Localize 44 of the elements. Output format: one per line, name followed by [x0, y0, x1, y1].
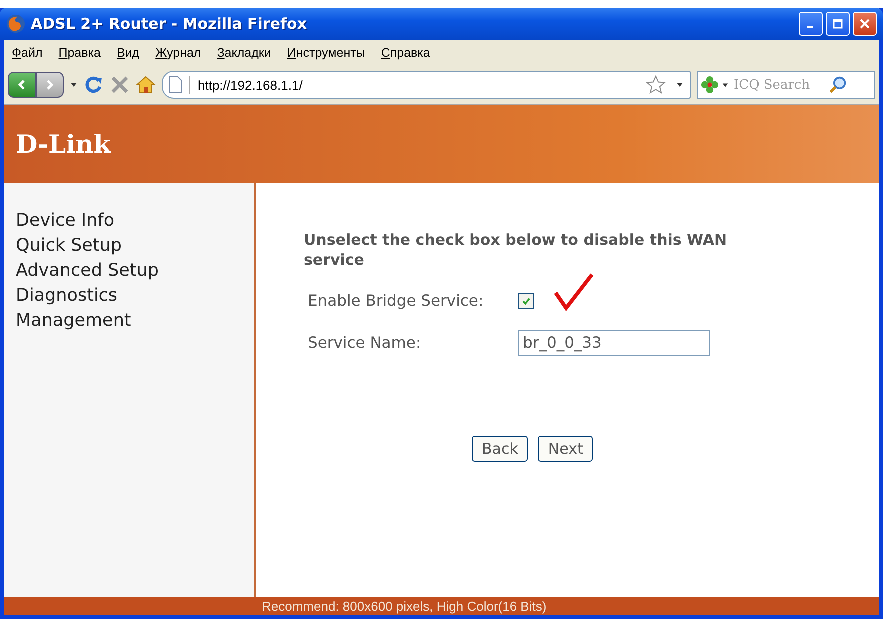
home-icon[interactable]	[136, 75, 156, 95]
search-icon[interactable]	[829, 76, 847, 94]
flower-icon	[701, 76, 719, 94]
field-label: Service Name:	[307, 334, 422, 352]
search-field[interactable]: ICQ Search	[697, 71, 875, 99]
maximize-button[interactable]	[826, 12, 850, 36]
page-icon	[169, 76, 190, 94]
menu-item[interactable]: Журнал	[156, 46, 202, 60]
menu-item[interactable]: Инструменты	[287, 46, 366, 60]
sidebar-link[interactable]: Diagnostics	[16, 286, 118, 306]
browser-logo-icon	[6, 14, 26, 34]
sidebar-link[interactable]: Device Info	[16, 211, 115, 231]
menu-item[interactable]: Справка	[381, 46, 430, 60]
star-icon[interactable]	[646, 75, 666, 95]
form-button[interactable]: Next	[538, 436, 594, 462]
forward-button[interactable]	[36, 72, 64, 98]
field-label: Enable Bridge Service:	[307, 292, 485, 310]
sidebar-link[interactable]: Management	[16, 311, 132, 331]
menu-item[interactable]: Файл	[12, 46, 43, 60]
reload-icon[interactable]	[84, 75, 104, 95]
address-field[interactable]: http://192.168.1.1/	[162, 71, 691, 99]
back-button[interactable]	[8, 72, 36, 98]
checkbox[interactable]	[518, 293, 534, 309]
checkmark-icon	[552, 272, 596, 314]
menu-item[interactable]: Вид	[116, 46, 140, 60]
menu-item[interactable]: Правка	[58, 46, 101, 60]
sidebar-link[interactable]: Advanced Setup	[16, 261, 159, 281]
window-title: ADSL 2+ Router - Mozilla Firefox	[31, 15, 308, 33]
close-button[interactable]	[853, 12, 877, 36]
tick-icon	[522, 296, 530, 306]
menu-item[interactable]: Закладки	[217, 46, 272, 60]
form-button[interactable]: Back	[472, 436, 528, 462]
minimize-icon	[806, 26, 814, 28]
dropdown-icon[interactable]	[70, 81, 78, 89]
logo: D-Link	[16, 130, 112, 158]
close-icon	[860, 19, 870, 29]
service-name-field[interactable]: br_0_0_33	[518, 330, 710, 356]
minimize-button[interactable]	[799, 12, 823, 36]
dropdown-icon[interactable]	[722, 82, 729, 88]
dropdown-icon[interactable]	[676, 81, 684, 89]
footer-text: Recommend: 800x600 pixels, High Color(16 Bits)	[262, 598, 547, 614]
sidebar-link[interactable]: Quick Setup	[16, 236, 122, 256]
instruction-text: Unselect the check box below to disable this WAN service	[304, 231, 728, 270]
maximize-icon	[833, 19, 843, 29]
